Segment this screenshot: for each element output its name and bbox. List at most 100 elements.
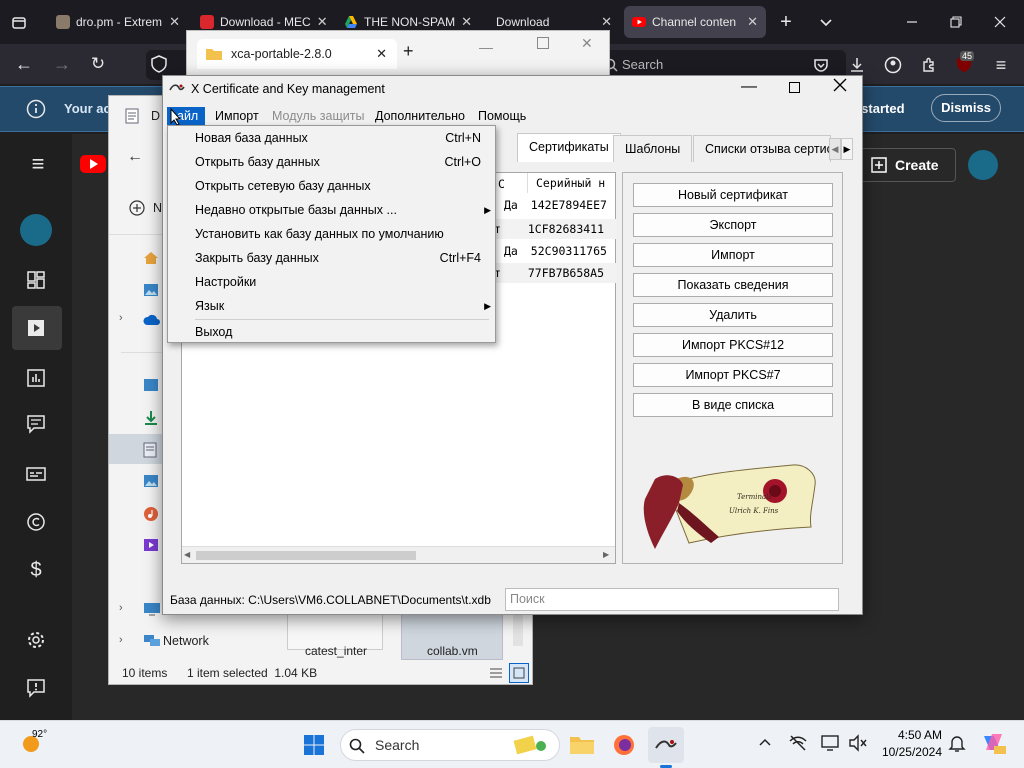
close-icon[interactable]: ✕ [376,46,387,62]
feedback-icon[interactable] [22,674,50,702]
dashboard-icon[interactable] [22,266,50,294]
minimize-button[interactable]: — [479,39,493,55]
pictures-icon[interactable] [143,474,159,490]
scroll-left-icon[interactable]: ◀ [184,550,190,559]
analytics-icon[interactable] [22,364,50,392]
chevron-right-icon[interactable]: › [119,602,123,614]
notification-bell-icon[interactable] [948,734,966,752]
menu-item-recent-databases[interactable]: Недавно открытые базы данных ... ▶ [168,198,495,222]
hamburger-icon[interactable]: ≡ [26,151,50,176]
column-header-fragment[interactable]: С [498,175,505,193]
scroll-right-icon[interactable]: ▶ [603,550,609,559]
reload-icon[interactable]: ↻ [86,52,110,76]
this-pc-icon[interactable] [143,602,161,616]
network-offline-icon[interactable] [788,733,808,753]
tab-list-icon[interactable] [8,12,30,34]
details-view-icon[interactable] [489,666,503,680]
create-button[interactable]: Create [860,148,956,182]
close-icon[interactable]: ✕ [461,14,472,30]
minimize-button[interactable] [900,10,924,34]
documents-icon[interactable] [143,442,159,458]
restore-button[interactable] [944,10,968,34]
content-icon[interactable] [22,314,50,342]
tab-revocation-lists[interactable]: Списки отзыва сертис [693,135,831,162]
close-window-button[interactable] [833,78,849,94]
menu-item-new-database[interactable]: Новая база данных Ctrl+N [168,126,495,150]
youtube-logo-icon[interactable] [80,154,106,174]
tab-certificates[interactable]: Сертификаты [517,133,621,162]
column-header-serial[interactable]: Серийный н [527,173,617,193]
table-row[interactable]: т 77FB7B658A5 [494,263,616,283]
back-arrow-icon[interactable]: ← [12,52,36,76]
import-button[interactable]: Импорт [633,243,833,267]
tab-scroll-right-icon[interactable]: ▶ [841,138,853,160]
import-pkcs12-button[interactable]: Импорт PKCS#12 [633,333,833,357]
extensions-icon[interactable] [918,54,940,76]
comments-icon[interactable] [22,410,50,438]
downloads-icon[interactable] [143,410,159,426]
dismiss-button[interactable]: Dismiss [931,94,1001,122]
close-icon[interactable]: ✕ [317,14,328,30]
volume-muted-icon[interactable] [848,733,868,753]
channel-avatar[interactable] [20,214,52,246]
back-arrow-icon[interactable]: ← [127,148,143,166]
desktop-icon[interactable] [143,378,159,394]
browser-tab-youtube[interactable]: Channel conten ✕ [624,6,766,38]
new-tab-button[interactable]: + [403,41,414,62]
menu-item-open-database[interactable]: Открыть базу данных Ctrl+O [168,150,495,174]
list-view-button[interactable]: В виде списка [633,393,833,417]
menu-item-settings[interactable]: Настройки [168,270,495,294]
export-button[interactable]: Экспорт [633,213,833,237]
close-icon[interactable]: ✕ [747,14,758,30]
shield-icon[interactable] [150,55,170,75]
clock-date[interactable]: 10/25/2024 [876,745,942,759]
search-input[interactable]: Поиск [505,588,839,611]
music-icon[interactable] [143,506,159,522]
download-icon[interactable] [846,54,868,76]
chevron-right-icon[interactable]: › [119,312,123,324]
tab-templates[interactable]: Шаблоны [613,135,693,162]
menu-item-close-database[interactable]: Закрыть базу данных Ctrl+F4 [168,246,495,270]
maximize-button[interactable] [789,82,800,93]
xca-taskbar-icon[interactable] [648,727,684,763]
taskbar-search[interactable]: Search [340,729,560,761]
gallery-icon[interactable] [143,282,159,298]
maximize-button[interactable] [537,37,549,49]
pocket-icon[interactable] [810,54,832,76]
copyright-icon[interactable] [22,508,50,536]
table-row[interactable]: т 1CF82683411 [494,219,616,239]
close-icon[interactable]: ✕ [169,14,180,30]
firefox-taskbar-icon[interactable] [606,727,642,763]
minimize-button[interactable]: — [741,78,757,96]
new-tab-button[interactable]: + [774,10,798,34]
browser-tab-dropm[interactable]: dro.pm - Extrem ✕ [48,6,188,38]
scrollbar-thumb[interactable] [196,551,416,560]
videos-icon[interactable] [143,538,159,554]
show-details-button[interactable]: Показать сведения [633,273,833,297]
tab-scroll-left-icon[interactable]: ◀ [829,138,841,160]
display-icon[interactable] [820,733,840,753]
profile-avatar[interactable] [968,150,998,180]
subtitles-icon[interactable] [22,460,50,488]
table-row[interactable]: Да 142E7894EE7 [504,195,616,215]
start-button[interactable] [296,727,332,763]
close-icon[interactable]: ✕ [601,14,612,30]
chevron-down-icon[interactable] [814,10,838,34]
new-certificate-button[interactable]: Новый сертификат [633,183,833,207]
menu-extra[interactable]: Дополнительно [372,107,468,125]
chevron-up-icon[interactable] [758,735,774,751]
clock-time[interactable]: 4:50 AM [880,728,942,742]
import-pkcs7-button[interactable]: Импорт PKCS#7 [633,363,833,387]
new-fragment[interactable]: N [153,201,162,215]
folder-tab[interactable]: xca-portable-2.8.0 ✕ [197,39,397,69]
account-icon[interactable] [882,54,904,76]
menu-security-module[interactable]: Модуль защиты [269,107,367,125]
home-icon[interactable] [143,250,159,266]
network-icon[interactable] [143,634,161,648]
file-explorer-taskbar-icon[interactable] [564,727,600,763]
menu-item-set-default-database[interactable]: Установить как базу данных по умолчанию [168,222,495,246]
menu-item-open-network-database[interactable]: Открыть сетевую базу данных [168,174,495,198]
tiles-view-icon[interactable] [509,663,529,683]
chevron-right-icon[interactable]: › [119,634,123,646]
table-row[interactable]: Да 52C90311765 [504,241,616,261]
